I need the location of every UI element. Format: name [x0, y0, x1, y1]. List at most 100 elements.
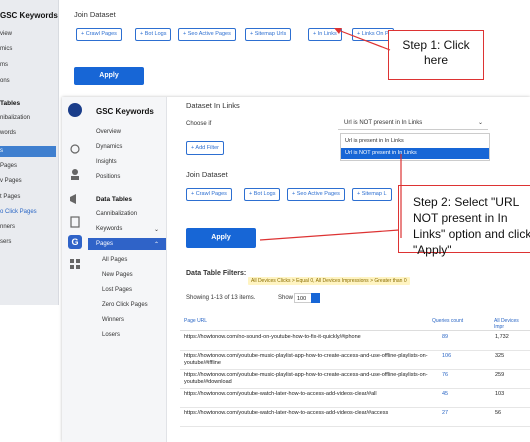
- impressions-cell: 259: [495, 372, 505, 378]
- impressions-cell: 1,732: [495, 334, 509, 340]
- step2-arrow-up: [400, 154, 402, 238]
- back-sidebar-item[interactable]: Pages: [0, 163, 17, 169]
- step2-callout: Step 2: Select "URL NOT present in In Li…: [398, 185, 530, 257]
- sidebar-item-dynamics[interactable]: Dynamics: [96, 144, 122, 150]
- table-row: https://howtonow.com/youtube-watch-later…: [180, 388, 530, 408]
- add-filter-button[interactable]: + Add Filter: [186, 141, 224, 155]
- column-header[interactable]: Queries count: [432, 318, 463, 324]
- select-value: Url is NOT present in In Links: [344, 120, 423, 126]
- page-url-cell[interactable]: https://howtonow.com/youtube-watch-later…: [184, 391, 429, 398]
- back-pages-active-bg: [0, 146, 56, 157]
- front-sidebar: GSC Keywords Overview Dynamics Insights …: [88, 97, 167, 442]
- grid-icon[interactable]: [68, 257, 82, 271]
- sidebar-item-overview[interactable]: Overview: [96, 129, 121, 135]
- sidebar-subitem-losers[interactable]: Losers: [102, 332, 120, 338]
- choose-if-select[interactable]: Url is NOT present in In Links ⌄: [338, 119, 488, 130]
- back-sidebar-item[interactable]: v Pages: [0, 178, 22, 184]
- google-icon[interactable]: G: [68, 235, 82, 249]
- queries-count-cell[interactable]: 45: [442, 391, 448, 397]
- sidebar-subitem-all-pages[interactable]: All Pages: [102, 257, 127, 263]
- choose-if-label: Choose if: [186, 121, 212, 127]
- front-app-title: GSC Keywords: [96, 107, 154, 116]
- page-url-cell[interactable]: https://howtonow.com/youtube-music-playl…: [184, 353, 429, 367]
- app-logo-icon: [68, 103, 82, 117]
- page-url-cell[interactable]: https://howtonow.com/youtube-music-playl…: [184, 372, 429, 386]
- filters-tag: All Devices Clicks > Equal 0, All Device…: [248, 269, 410, 287]
- table-row: https://howtonow.com/youtube-music-playl…: [180, 350, 530, 370]
- join-dataset-title: Join Dataset: [186, 170, 228, 179]
- back-chip-sitemap[interactable]: + Sitemap Urls: [245, 28, 292, 41]
- show-label: Show: [278, 295, 294, 301]
- column-header[interactable]: All Devices Impr: [494, 318, 530, 330]
- choose-if-dropdown: Url is present in In Links Url is NOT pr…: [340, 133, 490, 161]
- back-app-title: GSC Keywords: [0, 11, 58, 20]
- queries-count-cell[interactable]: 76: [442, 372, 448, 378]
- sidebar-subitem-new-pages[interactable]: New Pages: [102, 272, 133, 278]
- chevron-down-icon[interactable]: ⌄: [154, 226, 159, 233]
- back-join-title: Join Dataset: [74, 10, 116, 19]
- back-sidebar-item-active[interactable]: s: [0, 148, 3, 154]
- megaphone-icon[interactable]: [68, 192, 82, 206]
- back-sidebar-item[interactable]: nners: [0, 224, 15, 230]
- dropdown-option-selected[interactable]: Url is NOT present in In Links: [341, 148, 489, 159]
- sidebar-item-cannibalization[interactable]: Cannibalization: [96, 211, 137, 217]
- column-header[interactable]: Page URL: [184, 318, 207, 324]
- step1-callout: Step 1: Click here: [388, 30, 484, 80]
- impressions-cell: 103: [495, 391, 505, 397]
- table-row: https://howtonow.com/youtube-watch-later…: [180, 407, 530, 427]
- back-sidebar-item[interactable]: words: [0, 130, 16, 136]
- chip-bot-logs[interactable]: + Bot Logs: [244, 188, 281, 201]
- table-row: https://howtonow.com/youtube-music-playl…: [180, 369, 530, 389]
- users-icon[interactable]: [68, 167, 82, 181]
- data-tables-heading: Data Tables: [96, 196, 133, 203]
- impressions-cell: 56: [495, 410, 502, 416]
- chip-sitemap[interactable]: + Sitemap L: [352, 188, 392, 201]
- apply-button[interactable]: Apply: [186, 228, 256, 248]
- sidebar-subitem-lost-pages[interactable]: Lost Pages: [102, 287, 132, 293]
- chip-crawl-pages[interactable]: + Crawl Pages: [186, 188, 232, 201]
- back-chip-botlogs[interactable]: + Bot Logs: [135, 28, 172, 41]
- back-data-tables-heading: Tables: [0, 100, 21, 107]
- back-sidebar-item[interactable]: view: [0, 31, 12, 37]
- chevron-up-icon[interactable]: ⌃: [154, 241, 159, 248]
- back-sidebar-item[interactable]: sers: [0, 239, 11, 245]
- document-icon[interactable]: [68, 215, 82, 229]
- sidebar-subitem-winners[interactable]: Winners: [102, 317, 124, 323]
- page-url-cell[interactable]: https://howtonow.com/no-sound-on-youtube…: [184, 334, 429, 341]
- back-sidebar-item[interactable]: ons: [0, 78, 10, 84]
- back-sidebar-item[interactable]: nibalization: [0, 115, 30, 121]
- sidebar-item-pages[interactable]: Pages: [96, 241, 113, 247]
- impressions-cell: 325: [495, 353, 505, 359]
- queries-count-cell[interactable]: 89: [442, 334, 448, 340]
- back-chip-seo[interactable]: + Seo Active Pages: [178, 28, 236, 41]
- back-apply-button[interactable]: Apply: [74, 67, 144, 85]
- filters-label: Data Table Filters:: [186, 270, 247, 277]
- back-sidebar-item[interactable]: o Click Pages: [0, 209, 37, 215]
- back-sidebar: GSC Keywords view mics ms ons Tables nib…: [0, 0, 59, 305]
- sidebar-item-insights[interactable]: Insights: [96, 159, 117, 165]
- settings-icon[interactable]: [68, 142, 82, 156]
- page-url-cell[interactable]: https://howtonow.com/youtube-watch-later…: [184, 410, 429, 417]
- queries-count-cell[interactable]: 106: [442, 353, 451, 359]
- back-chip-crawl[interactable]: + Crawl Pages: [76, 28, 122, 41]
- showing-count: Showing 1-13 of 13 items.: [186, 295, 256, 301]
- table-header: Page URL Queries count All Devices Impr: [180, 312, 530, 331]
- sidebar-item-keywords[interactable]: Keywords: [96, 226, 122, 232]
- back-sidebar-item[interactable]: mics: [0, 46, 12, 52]
- back-sidebar-item[interactable]: ms: [0, 62, 8, 68]
- front-screenshot: G GSC Keywords Overview Dynamics Insight…: [62, 97, 530, 442]
- icon-rail: G: [62, 97, 88, 442]
- back-sidebar-item[interactable]: t Pages: [0, 194, 20, 200]
- sidebar-subitem-zero-click[interactable]: Zero Click Pages: [102, 302, 148, 308]
- page-size-chevron-icon[interactable]: [311, 293, 320, 303]
- chip-seo-active-pages[interactable]: + Seo Active Pages: [287, 188, 345, 201]
- table-row: https://howtonow.com/no-sound-on-youtube…: [180, 331, 530, 351]
- front-main: Dataset In Links Choose if Url is NOT pr…: [170, 97, 530, 442]
- chevron-down-icon: ⌄: [478, 120, 484, 126]
- dropdown-option[interactable]: Url is present in In Links: [341, 136, 489, 146]
- step2-arrow: [259, 229, 400, 241]
- step1-arrow: [334, 28, 391, 51]
- sidebar-item-positions[interactable]: Positions: [96, 174, 120, 180]
- queries-count-cell[interactable]: 27: [442, 410, 448, 416]
- dataset-title: Dataset In Links: [186, 101, 240, 110]
